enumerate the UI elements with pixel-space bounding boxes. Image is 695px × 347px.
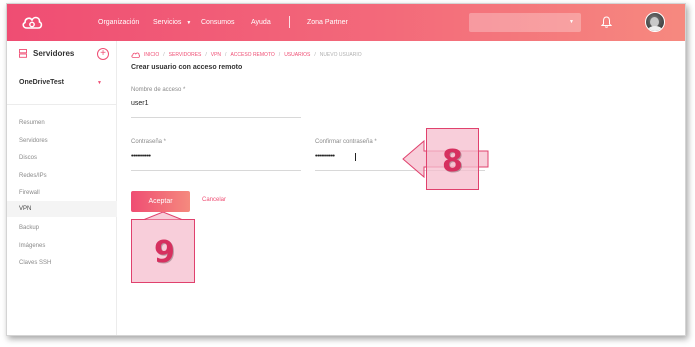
sidebar-divider bbox=[7, 104, 117, 105]
sidebar-item-claves-ssh[interactable]: Claves SSH bbox=[19, 260, 51, 266]
nav-organizacion[interactable]: Organización bbox=[98, 4, 139, 41]
cloud-logo-icon[interactable] bbox=[21, 13, 43, 31]
breadcrumb-vpn[interactable]: VPN bbox=[211, 52, 221, 58]
cancel-button[interactable]: Cancelar bbox=[202, 197, 226, 203]
password-label: Contraseña * bbox=[131, 139, 167, 145]
sidebar-item-firewall[interactable]: Firewall bbox=[19, 190, 40, 196]
breadcrumb-usuarios[interactable]: USUARIOS bbox=[284, 52, 310, 58]
sidebar-item-vpn[interactable]: VPN bbox=[19, 206, 31, 212]
page-title: Crear usuario con acceso remoto bbox=[131, 64, 243, 71]
sidebar-item-discos[interactable]: Discos bbox=[19, 155, 37, 161]
top-navigation-bar: Organización Servicios ▼ Consumos Ayuda … bbox=[7, 4, 685, 41]
nav-ayuda[interactable]: Ayuda bbox=[251, 4, 271, 41]
nav-zona-partner-label: Zona Partner bbox=[307, 19, 348, 26]
add-server-button[interactable]: + bbox=[97, 48, 109, 60]
avatar-body bbox=[648, 26, 662, 31]
cloud-icon[interactable] bbox=[131, 52, 140, 58]
chevron-down-icon: ▼ bbox=[186, 19, 192, 26]
breadcrumb-separator: / bbox=[163, 52, 165, 58]
chevron-down-icon[interactable]: ▼ bbox=[97, 80, 102, 86]
main-content: INICIO / SERVIDORES / VPN / ACCESO REMOT… bbox=[117, 41, 685, 335]
password-field[interactable]: •••••••••• bbox=[131, 153, 151, 160]
sidebar-item-backup[interactable]: Backup bbox=[19, 225, 39, 231]
step-8-callout: 8 bbox=[426, 128, 479, 190]
accept-button[interactable]: Aceptar bbox=[131, 191, 190, 212]
breadcrumb-separator: / bbox=[205, 52, 207, 58]
sidebar-header: Servidores bbox=[19, 49, 74, 58]
step-9-number: 9 bbox=[154, 235, 175, 270]
text-cursor bbox=[355, 153, 356, 161]
breadcrumb-servidores[interactable]: SERVIDORES bbox=[169, 52, 202, 58]
sidebar-item-resumen[interactable]: Resumen bbox=[19, 120, 45, 126]
sidebar: Servidores + OneDriveTest ▼ Resumen Serv… bbox=[7, 41, 117, 335]
breadcrumb-nuevo-usuario: NUEVO USUARIO bbox=[319, 52, 362, 58]
nav-divider bbox=[289, 16, 290, 28]
breadcrumb-separator: / bbox=[225, 52, 227, 58]
nav-ayuda-label: Ayuda bbox=[251, 19, 271, 26]
nav-consumos[interactable]: Consumos bbox=[201, 4, 234, 41]
server-icon bbox=[19, 49, 27, 58]
user-avatar[interactable] bbox=[645, 12, 665, 32]
sidebar-title: Servidores bbox=[33, 49, 75, 58]
breadcrumb: INICIO / SERVIDORES / VPN / ACCESO REMOT… bbox=[131, 52, 362, 58]
nav-zona-partner[interactable]: Zona Partner bbox=[307, 4, 348, 41]
username-label: Nombre de acceso * bbox=[131, 87, 186, 93]
nav-organizacion-label: Organización bbox=[98, 19, 140, 26]
password-field-underline bbox=[131, 170, 301, 171]
username-field-underline bbox=[131, 117, 301, 118]
chevron-down-icon: ▼ bbox=[569, 19, 574, 25]
nav-servicios[interactable]: Servicios ▼ bbox=[153, 4, 191, 41]
step-8-number: 8 bbox=[442, 144, 463, 179]
app-window: Organización Servicios ▼ Consumos Ayuda … bbox=[6, 3, 686, 336]
step-9-arrow-icon bbox=[142, 212, 184, 220]
sidebar-item-imagenes[interactable]: Imágenes bbox=[19, 243, 45, 249]
breadcrumb-separator: / bbox=[278, 52, 281, 58]
sidebar-item-redes-ips[interactable]: Redes/IPs bbox=[19, 173, 47, 179]
nav-servicios-label: Servicios bbox=[153, 19, 182, 26]
step-9-callout: 9 bbox=[131, 219, 195, 283]
breadcrumb-inicio[interactable]: INICIO bbox=[144, 52, 159, 58]
username-field[interactable]: user1 bbox=[131, 100, 149, 107]
sidebar-item-servidores[interactable]: Servidores bbox=[19, 138, 48, 144]
breadcrumb-acceso-remoto[interactable]: ACCESO REMOTO bbox=[230, 52, 274, 58]
bell-icon[interactable] bbox=[601, 16, 612, 28]
account-selector[interactable]: OneDriveTest bbox=[19, 79, 64, 86]
search-select[interactable]: ▼ bbox=[469, 13, 581, 32]
breadcrumb-separator: / bbox=[314, 52, 316, 58]
confirm-password-field[interactable]: •••••••••• bbox=[315, 153, 335, 160]
nav-consumos-label: Consumos bbox=[201, 19, 235, 26]
confirm-password-label: Confirmar contraseña * bbox=[315, 139, 377, 145]
